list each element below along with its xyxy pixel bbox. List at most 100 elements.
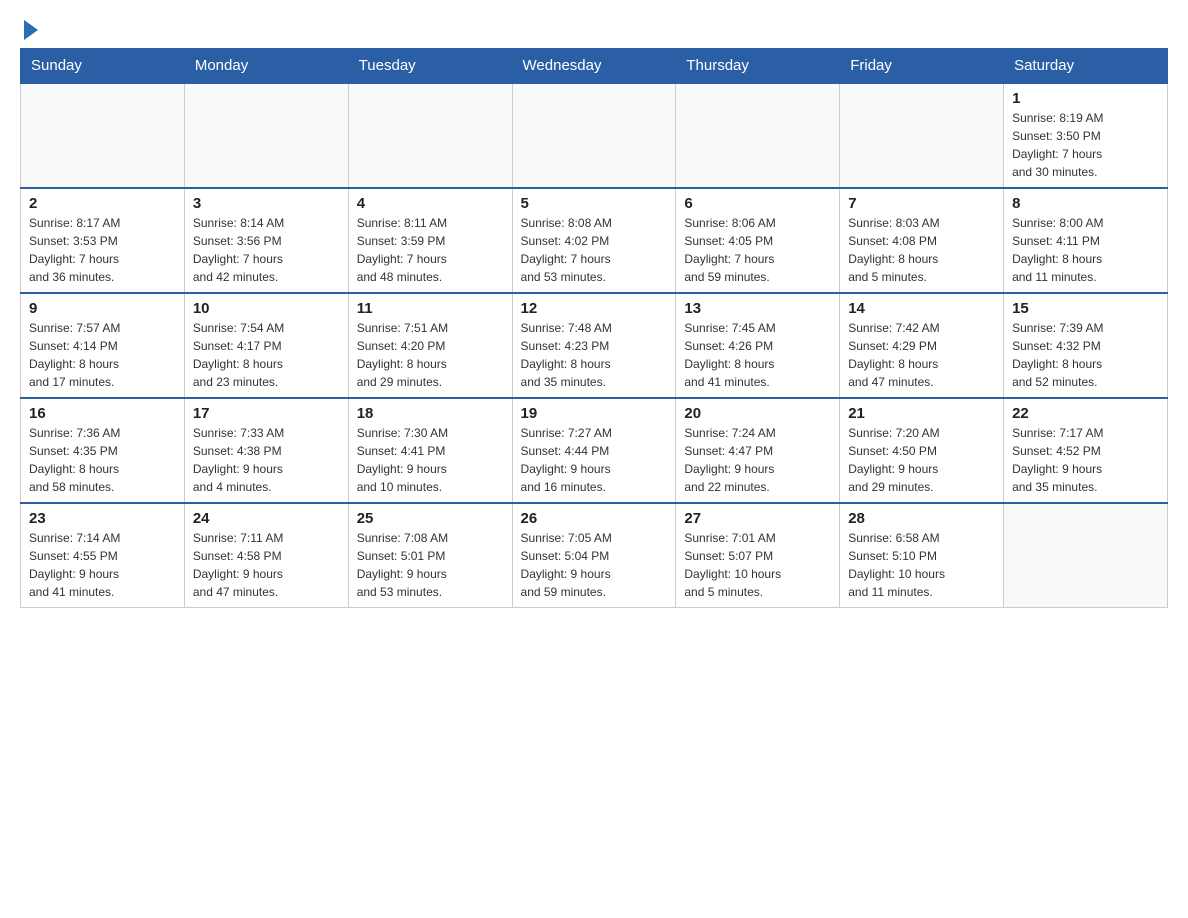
- calendar-cell: [840, 83, 1004, 188]
- calendar-cell: 28Sunrise: 6:58 AMSunset: 5:10 PMDayligh…: [840, 503, 1004, 608]
- calendar-cell: 23 Sunrise: 7:14 AMSunset: 4:55 PMDayligh…: [21, 503, 185, 608]
- calendar-cell: [348, 83, 512, 188]
- day-info: Sunrise: 7:14 AMSunset: 4:55 PMDaylight:…: [29, 529, 176, 601]
- calendar-cell: 19 Sunrise: 7:27 AMSunset: 4:44 PMDayligh…: [512, 398, 676, 503]
- day-number: 16: [29, 405, 176, 422]
- calendar-week-row: 16 Sunrise: 7:36 AMSunset: 4:35 PMDayligh…: [21, 398, 1168, 503]
- day-info: Sunrise: 7:17 AMSunset: 4:52 PMDaylight:…: [1012, 424, 1159, 496]
- day-of-week-header: Sunday: [21, 49, 185, 84]
- calendar-cell: 11 Sunrise: 7:51 AMSunset: 4:20 PMDayligh…: [348, 293, 512, 398]
- calendar-cell: [1004, 503, 1168, 608]
- day-info: Sunrise: 7:42 AMSunset: 4:29 PMDaylight:…: [848, 319, 995, 391]
- day-number: 19: [521, 405, 668, 422]
- day-info: Sunrise: 7:33 AMSunset: 4:38 PMDaylight:…: [193, 424, 340, 496]
- day-info: Sunrise: 7:51 AMSunset: 4:20 PMDaylight:…: [357, 319, 504, 391]
- day-of-week-header: Wednesday: [512, 49, 676, 84]
- day-number: 26: [521, 510, 668, 527]
- day-number: 1: [1012, 90, 1159, 107]
- calendar-cell: 12 Sunrise: 7:48 AMSunset: 4:23 PMDayligh…: [512, 293, 676, 398]
- day-info: Sunrise: 8:11 AMSunset: 3:59 PMDaylight:…: [357, 214, 504, 286]
- day-info: Sunrise: 7:48 AMSunset: 4:23 PMDaylight:…: [521, 319, 668, 391]
- day-info: Sunrise: 7:30 AMSunset: 4:41 PMDaylight:…: [357, 424, 504, 496]
- calendar-cell: 17 Sunrise: 7:33 AMSunset: 4:38 PMDayligh…: [184, 398, 348, 503]
- day-number: 11: [357, 300, 504, 317]
- day-info: Sunrise: 8:03 AMSunset: 4:08 PMDaylight:…: [848, 214, 995, 286]
- logo-blue-text: [20, 20, 38, 38]
- day-info: Sunrise: 7:27 AMSunset: 4:44 PMDaylight:…: [521, 424, 668, 496]
- day-number: 9: [29, 300, 176, 317]
- day-info: Sunrise: 7:57 AMSunset: 4:14 PMDaylight:…: [29, 319, 176, 391]
- calendar-cell: 8Sunrise: 8:00 AMSunset: 4:11 PMDaylight…: [1004, 188, 1168, 293]
- day-number: 24: [193, 510, 340, 527]
- day-of-week-header: Monday: [184, 49, 348, 84]
- calendar-cell: 13 Sunrise: 7:45 AMSunset: 4:26 PMDayligh…: [676, 293, 840, 398]
- calendar-cell: 18 Sunrise: 7:30 AMSunset: 4:41 PMDayligh…: [348, 398, 512, 503]
- logo: [20, 20, 38, 38]
- day-of-week-header: Friday: [840, 49, 1004, 84]
- calendar-cell: 4 Sunrise: 8:11 AMSunset: 3:59 PMDaylight…: [348, 188, 512, 293]
- calendar-cell: [512, 83, 676, 188]
- day-of-week-header: Tuesday: [348, 49, 512, 84]
- day-number: 25: [357, 510, 504, 527]
- day-number: 2: [29, 195, 176, 212]
- day-info: Sunrise: 7:01 AMSunset: 5:07 PMDaylight:…: [684, 529, 831, 601]
- day-number: 21: [848, 405, 995, 422]
- day-number: 15: [1012, 300, 1159, 317]
- day-info: Sunrise: 7:45 AMSunset: 4:26 PMDaylight:…: [684, 319, 831, 391]
- calendar-cell: 2Sunrise: 8:17 AMSunset: 3:53 PMDaylight…: [21, 188, 185, 293]
- calendar-cell: 3 Sunrise: 8:14 AMSunset: 3:56 PMDaylight…: [184, 188, 348, 293]
- day-number: 22: [1012, 405, 1159, 422]
- day-info: Sunrise: 7:05 AMSunset: 5:04 PMDaylight:…: [521, 529, 668, 601]
- day-number: 10: [193, 300, 340, 317]
- page-header: [20, 20, 1168, 38]
- day-info: Sunrise: 7:11 AMSunset: 4:58 PMDaylight:…: [193, 529, 340, 601]
- day-number: 4: [357, 195, 504, 212]
- day-number: 20: [684, 405, 831, 422]
- calendar-cell: 22 Sunrise: 7:17 AMSunset: 4:52 PMDayligh…: [1004, 398, 1168, 503]
- calendar-header-row: SundayMondayTuesdayWednesdayThursdayFrid…: [21, 49, 1168, 84]
- day-info: Sunrise: 7:36 AMSunset: 4:35 PMDaylight:…: [29, 424, 176, 496]
- logo-arrow-icon: [24, 20, 38, 40]
- day-number: 28: [848, 510, 995, 527]
- calendar-cell: 21 Sunrise: 7:20 AMSunset: 4:50 PMDayligh…: [840, 398, 1004, 503]
- day-number: 23: [29, 510, 176, 527]
- day-info: Sunrise: 8:14 AMSunset: 3:56 PMDaylight:…: [193, 214, 340, 286]
- day-number: 3: [193, 195, 340, 212]
- calendar-week-row: 9 Sunrise: 7:57 AMSunset: 4:14 PMDaylight…: [21, 293, 1168, 398]
- calendar-cell: 10 Sunrise: 7:54 AMSunset: 4:17 PMDayligh…: [184, 293, 348, 398]
- day-number: 13: [684, 300, 831, 317]
- calendar-cell: [676, 83, 840, 188]
- calendar-cell: 24 Sunrise: 7:11 AMSunset: 4:58 PMDayligh…: [184, 503, 348, 608]
- calendar-week-row: 2Sunrise: 8:17 AMSunset: 3:53 PMDaylight…: [21, 188, 1168, 293]
- calendar-cell: [21, 83, 185, 188]
- day-number: 14: [848, 300, 995, 317]
- calendar-cell: 7 Sunrise: 8:03 AMSunset: 4:08 PMDaylight…: [840, 188, 1004, 293]
- calendar-cell: 9 Sunrise: 7:57 AMSunset: 4:14 PMDaylight…: [21, 293, 185, 398]
- calendar-week-row: 1 Sunrise: 8:19 AMSunset: 3:50 PMDaylight…: [21, 83, 1168, 188]
- calendar-cell: 14 Sunrise: 7:42 AMSunset: 4:29 PMDayligh…: [840, 293, 1004, 398]
- calendar-cell: 5Sunrise: 8:08 AMSunset: 4:02 PMDaylight…: [512, 188, 676, 293]
- day-of-week-header: Saturday: [1004, 49, 1168, 84]
- day-of-week-header: Thursday: [676, 49, 840, 84]
- day-number: 8: [1012, 195, 1159, 212]
- day-info: Sunrise: 7:20 AMSunset: 4:50 PMDaylight:…: [848, 424, 995, 496]
- calendar-cell: 15Sunrise: 7:39 AMSunset: 4:32 PMDayligh…: [1004, 293, 1168, 398]
- day-number: 27: [684, 510, 831, 527]
- calendar-cell: 27 Sunrise: 7:01 AMSunset: 5:07 PMDayligh…: [676, 503, 840, 608]
- day-number: 5: [521, 195, 668, 212]
- calendar-cell: [184, 83, 348, 188]
- calendar-week-row: 23 Sunrise: 7:14 AMSunset: 4:55 PMDayligh…: [21, 503, 1168, 608]
- day-number: 18: [357, 405, 504, 422]
- calendar-cell: 6Sunrise: 8:06 AMSunset: 4:05 PMDaylight…: [676, 188, 840, 293]
- calendar-cell: 16 Sunrise: 7:36 AMSunset: 4:35 PMDayligh…: [21, 398, 185, 503]
- day-info: Sunrise: 8:06 AMSunset: 4:05 PMDaylight:…: [684, 214, 831, 286]
- day-info: Sunrise: 8:19 AMSunset: 3:50 PMDaylight:…: [1012, 109, 1159, 181]
- calendar-cell: 20 Sunrise: 7:24 AMSunset: 4:47 PMDayligh…: [676, 398, 840, 503]
- day-info: Sunrise: 7:54 AMSunset: 4:17 PMDaylight:…: [193, 319, 340, 391]
- calendar-table: SundayMondayTuesdayWednesdayThursdayFrid…: [20, 48, 1168, 608]
- day-number: 17: [193, 405, 340, 422]
- day-info: Sunrise: 7:08 AMSunset: 5:01 PMDaylight:…: [357, 529, 504, 601]
- day-number: 12: [521, 300, 668, 317]
- day-number: 7: [848, 195, 995, 212]
- day-info: Sunrise: 7:24 AMSunset: 4:47 PMDaylight:…: [684, 424, 831, 496]
